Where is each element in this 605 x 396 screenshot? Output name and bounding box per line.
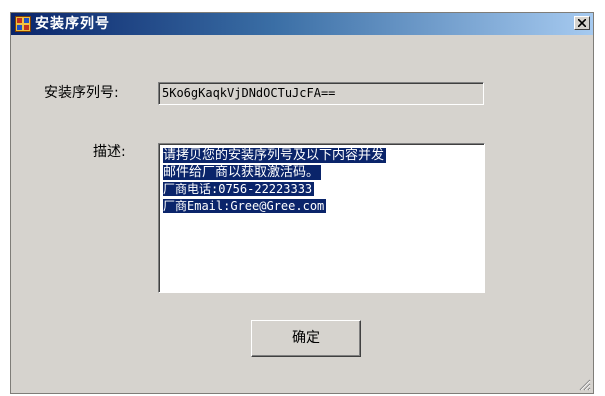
serial-label: 安装序列号: xyxy=(44,85,119,101)
dialog-window: 安装序列号 安装序列号: 5Ko6gKaqkVjDNdOCTuJcFA== 描述… xyxy=(10,12,594,394)
size-grip-icon[interactable] xyxy=(577,377,591,391)
description-line: 厂商电话:0756-22223333 xyxy=(163,182,315,196)
close-icon xyxy=(578,19,586,27)
description-label: 描述: xyxy=(93,144,126,160)
serial-field[interactable]: 5Ko6gKaqkVjDNdOCTuJcFA== xyxy=(158,82,484,105)
ok-button[interactable]: 确定 xyxy=(251,320,361,357)
description-textarea[interactable]: 请拷贝您的安装序列号及以下内容并发 邮件给厂商以获取激活码。 厂商电话:0756… xyxy=(158,143,485,293)
window-title: 安装序列号 xyxy=(35,16,110,32)
close-button[interactable] xyxy=(574,16,590,30)
description-line: 请拷贝您的安装序列号及以下内容并发 xyxy=(163,148,387,163)
application-icon xyxy=(15,16,31,32)
description-line: 厂商Email:Gree@Gree.com xyxy=(163,199,327,213)
description-line: 邮件给厂商以获取激活码。 xyxy=(163,165,322,180)
title-bar[interactable]: 安装序列号 xyxy=(11,13,593,35)
